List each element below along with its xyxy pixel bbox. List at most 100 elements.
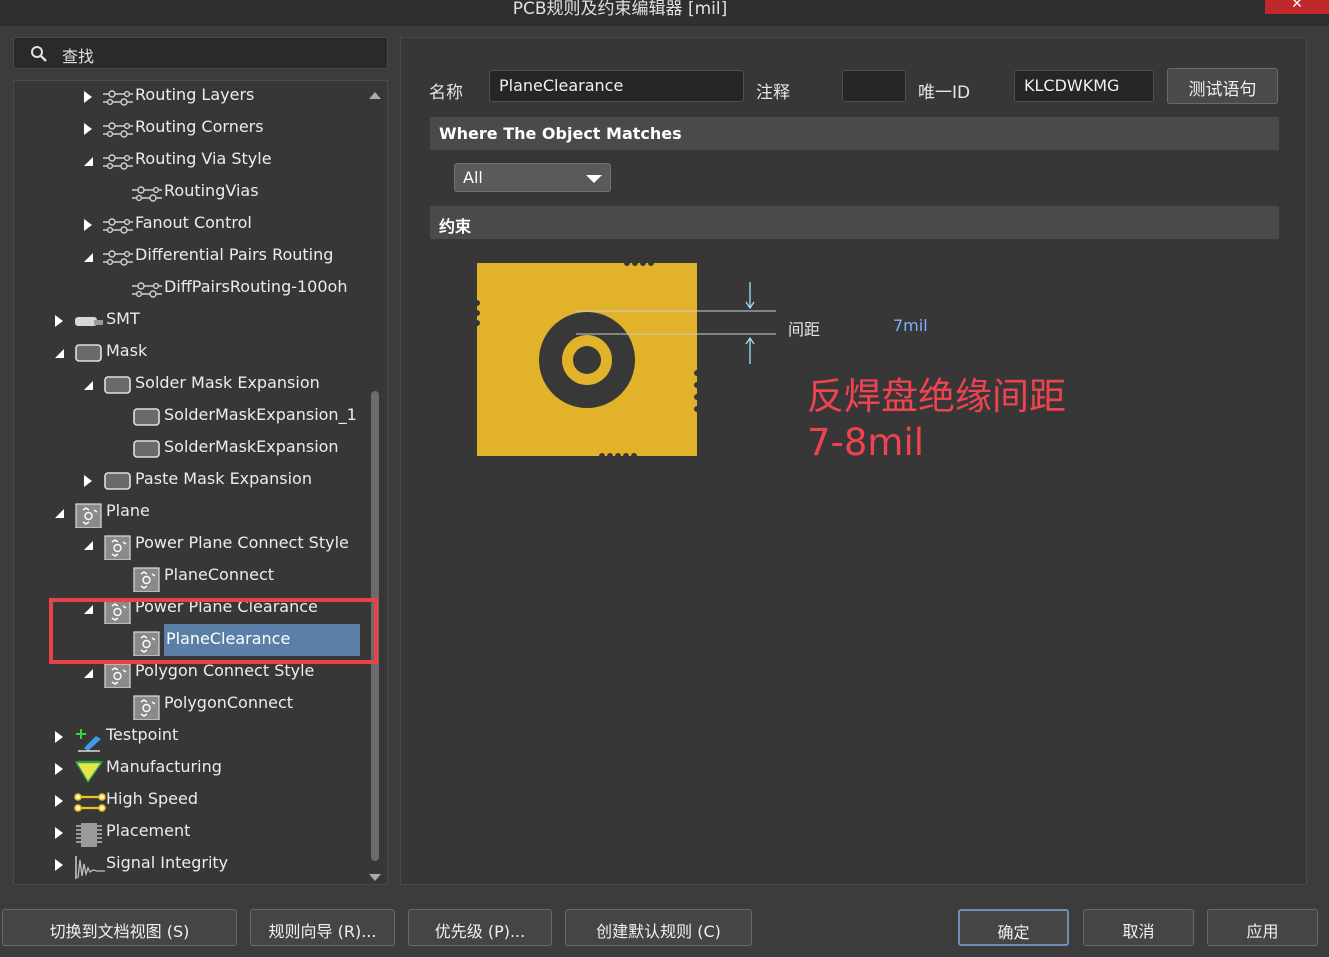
tree-item[interactable]: Routing Corners: [14, 113, 364, 143]
tree-item-label: High Speed: [106, 789, 199, 808]
expand-arrow-icon[interactable]: [84, 475, 92, 487]
priority-button[interactable]: 优先级 (P)...: [408, 909, 552, 946]
test-query-button[interactable]: 测试语句: [1167, 68, 1278, 104]
tree-item[interactable]: RoutingVias: [14, 177, 364, 207]
expand-arrow-icon[interactable]: [55, 859, 63, 871]
comment-field[interactable]: [842, 70, 906, 102]
tree-item-label: Routing Via Style: [135, 149, 272, 168]
tree-item-label: SMT: [106, 309, 140, 328]
tree-item[interactable]: Routing Layers: [14, 81, 364, 111]
search-icon: [31, 46, 47, 62]
rule-tree[interactable]: Routing Layers Routing Corners Routing Via…: [13, 80, 388, 885]
highlight-box: [49, 598, 378, 664]
expand-arrow-icon[interactable]: [55, 795, 63, 807]
tree-item[interactable]: Solder Mask Expansion: [14, 369, 364, 399]
close-button[interactable]: ✕: [1265, 0, 1329, 14]
expand-arrow-icon[interactable]: [84, 91, 92, 103]
tree-item-label: SolderMaskExpansion: [164, 437, 339, 456]
mask-icon: [74, 342, 102, 364]
tree-item[interactable]: Power Plane Connect Style: [14, 529, 364, 561]
switch-document-view-button[interactable]: 切换到文档视图 (S): [2, 909, 237, 946]
expand-arrow-icon[interactable]: [55, 827, 63, 839]
tree-item-label: PlaneConnect: [164, 565, 275, 584]
routing-rule-icon: [103, 150, 133, 172]
mask-icon: [103, 374, 131, 396]
rule-wizard-button[interactable]: 规则向导 (R)...: [250, 909, 395, 946]
tree-item-label: Routing Corners: [135, 117, 264, 136]
expand-arrow-icon[interactable]: [84, 123, 92, 135]
tree-item[interactable]: SMT: [14, 305, 364, 335]
collapse-arrow-icon[interactable]: [55, 349, 64, 358]
name-field[interactable]: PlaneClearance: [489, 70, 744, 102]
routing-rule-icon: [103, 214, 133, 236]
tree-item[interactable]: Placement: [14, 817, 364, 847]
routing-rule-icon: [103, 86, 133, 108]
tree-item[interactable]: DiffPairsRouting-100oh: [14, 273, 364, 303]
tree-item-label: Routing Layers: [135, 85, 255, 104]
tree-item[interactable]: SolderMaskExpansion: [14, 433, 364, 463]
apply-button[interactable]: 应用: [1207, 909, 1318, 946]
high-speed-icon: [74, 790, 106, 812]
tree-item-label: SolderMaskExpansion_1: [164, 405, 357, 424]
expand-arrow-icon[interactable]: [55, 731, 63, 743]
collapse-arrow-icon[interactable]: [84, 253, 93, 262]
tree-item[interactable]: Paste Mask Expansion: [14, 465, 364, 495]
routing-rule-icon: [132, 182, 162, 204]
clearance-value[interactable]: 7mil: [893, 316, 928, 335]
plane-icon: [103, 662, 131, 689]
collapse-arrow-icon[interactable]: [84, 669, 93, 678]
expand-arrow-icon[interactable]: [55, 315, 63, 327]
collapse-arrow-icon[interactable]: [84, 381, 93, 390]
expand-arrow-icon[interactable]: [55, 763, 63, 775]
tree-item-label: Plane: [106, 501, 150, 520]
uid-field[interactable]: KLCDWKMG: [1014, 70, 1154, 102]
where-dropdown[interactable]: All: [454, 163, 611, 192]
expand-arrow-icon[interactable]: [84, 219, 92, 231]
ok-button[interactable]: 确定: [958, 909, 1069, 946]
where-selected: All: [463, 168, 483, 187]
tree-item-label: DiffPairsRouting-100oh: [164, 277, 348, 296]
scroll-down-arrow[interactable]: [369, 874, 381, 881]
annotation-line-1: 反焊盘绝缘间距: [807, 375, 1066, 418]
manufacturing-icon: [74, 758, 104, 784]
tree-item-label: Power Plane Connect Style: [135, 533, 349, 552]
tree-item[interactable]: Plane: [14, 497, 364, 529]
plane-icon: [132, 694, 160, 721]
tree-item[interactable]: Differential Pairs Routing: [14, 241, 364, 271]
create-default-rules-button[interactable]: 创建默认规则 (C): [565, 909, 752, 946]
placement-icon: [74, 822, 102, 847]
tree-item[interactable]: Manufacturing: [14, 753, 364, 784]
constraints-header: 约束: [430, 206, 1279, 239]
tree-item[interactable]: Mask: [14, 337, 364, 367]
name-label: 名称: [429, 83, 463, 103]
tree-item-label: Testpoint: [106, 725, 179, 744]
routing-rule-icon: [103, 118, 133, 140]
plane-icon: [103, 534, 131, 561]
tree-item[interactable]: PlaneConnect: [14, 561, 364, 593]
search-input[interactable]: 查找: [13, 37, 388, 69]
tree-item[interactable]: SolderMaskExpansion_1: [14, 401, 364, 431]
search-placeholder: 查找: [62, 47, 95, 66]
tree-item[interactable]: Signal Integrity: [14, 849, 364, 879]
tree-item[interactable]: Testpoint: [14, 721, 364, 752]
where-header: Where The Object Matches: [430, 117, 1279, 150]
tree-item[interactable]: PolygonConnect: [14, 689, 364, 721]
collapse-arrow-icon[interactable]: [55, 509, 64, 518]
routing-rule-icon: [132, 278, 162, 300]
collapse-arrow-icon[interactable]: [84, 157, 93, 166]
window-title: PCB规则及约束编辑器 [mil]: [512, 0, 728, 19]
tree-item-label: Mask: [106, 341, 148, 360]
plane-icon: [132, 566, 160, 593]
tree-scrollbar[interactable]: [369, 86, 381, 881]
scroll-up-arrow[interactable]: [369, 92, 381, 99]
tree-item-label: Fanout Control: [135, 213, 252, 232]
tree-item[interactable]: Routing Via Style: [14, 145, 364, 175]
clearance-dimension: [576, 282, 776, 364]
clearance-label: 间距: [788, 320, 821, 339]
tree-item[interactable]: High Speed: [14, 785, 364, 815]
cancel-button[interactable]: 取消: [1083, 909, 1194, 946]
collapse-arrow-icon[interactable]: [84, 541, 93, 550]
rule-panel: 名称 PlaneClearance 注释 唯一ID KLCDWKMG 测试语句 …: [400, 37, 1307, 885]
tree-item[interactable]: Fanout Control: [14, 209, 364, 239]
tree-item-label: Signal Integrity: [106, 853, 229, 872]
